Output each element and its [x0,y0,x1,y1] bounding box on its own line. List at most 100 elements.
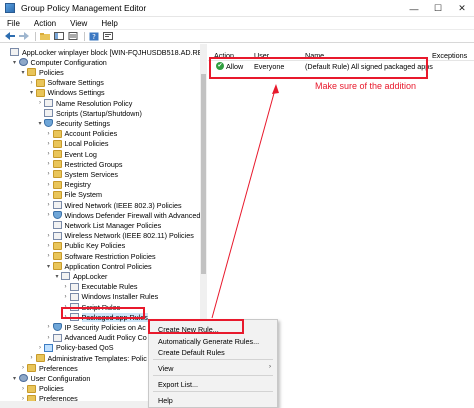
chart-icon [44,343,53,352]
tree-item[interactable]: › Public Key Policies [45,241,126,251]
expander-icon[interactable]: › [45,182,53,188]
tree-item[interactable]: › Software Settings [28,78,104,88]
menu-item-export-list[interactable]: Export List... [158,380,198,389]
column-header-exceptions[interactable]: Exceptions [432,51,467,60]
properties-icon[interactable] [102,31,113,41]
tree-item[interactable]: ▾ AppLocker [53,271,107,281]
expander-icon[interactable]: › [45,233,53,239]
menu-item-view[interactable]: View [158,364,173,373]
tree-item[interactable]: ▾ User Configuration [11,373,90,383]
gear-icon [18,58,28,67]
tree-item[interactable]: › Registry [45,180,91,190]
tree-item[interactable]: › Policies [19,384,64,394]
tree-item-label: Restricted Groups [64,159,123,169]
menu-separator [153,391,273,392]
menu-action[interactable]: Action [27,19,63,28]
tree-item[interactable]: › Name Resolution Policy [36,98,132,108]
expander-icon[interactable]: › [45,324,53,330]
highlight-packaged-app-rules [61,307,145,319]
tree-item[interactable]: AppLocker winplayer block [WIN-FQJHUSDB5… [2,47,206,57]
scroll-thumb[interactable] [201,74,206,274]
tree-item[interactable]: › File System [45,190,103,200]
expander-icon[interactable]: ▾ [53,273,61,280]
expander-icon[interactable]: › [28,80,36,86]
expander-icon[interactable]: › [45,131,53,137]
expander-icon[interactable]: › [62,294,70,300]
tree-item[interactable]: ▾ Policies [19,67,63,77]
expander-icon[interactable]: › [45,192,53,198]
expander-icon[interactable]: ▾ [11,375,19,382]
forward-icon[interactable] [18,31,29,41]
tree-item[interactable]: › Software Restriction Policies [45,251,156,261]
tree-item[interactable]: › Account Policies [45,129,118,139]
expander-icon[interactable]: › [45,253,53,259]
tree-item[interactable]: › Advanced Audit Policy Co [45,333,147,343]
expander-icon[interactable]: › [45,243,53,249]
expander-icon[interactable]: ▾ [45,263,53,270]
tree-item[interactable]: Network List Manager Policies [45,220,162,230]
maximize-button[interactable]: ☐ [426,0,450,17]
tree-item[interactable]: › Wireless Network (IEEE 802.11) Policies [45,231,194,241]
tree-item[interactable]: ▾ Computer Configuration [11,57,107,67]
tree-item-label: AppLocker [73,271,108,281]
expander-icon[interactable]: ▾ [11,59,19,66]
menu-item-create-default-rules[interactable]: Create Default Rules [158,348,225,357]
expander-icon[interactable]: › [62,284,70,290]
tree-item-label: Security Settings [56,118,110,128]
expander-icon[interactable]: › [45,141,53,147]
expander-icon[interactable]: › [36,100,44,106]
expander-icon[interactable]: › [45,335,53,341]
tree-item[interactable]: › Preferences [19,363,78,373]
expander-icon[interactable]: › [45,151,53,157]
close-button[interactable]: ✕ [450,0,474,17]
tree-item[interactable]: ▾ Application Control Policies [45,261,152,271]
expander-icon[interactable]: › [28,355,36,361]
expander-icon[interactable]: › [36,345,44,351]
tree-item[interactable]: › System Services [45,169,119,179]
tree-item[interactable]: › Wired Network (IEEE 802.3) Policies [45,200,182,210]
tree-item[interactable]: ▾ Windows Settings [28,88,105,98]
expander-icon[interactable]: › [45,171,53,177]
tree-item-label: Windows Defender Firewall with Advanced … [64,210,207,220]
tree-item-label: Account Policies [64,129,118,139]
tree-item[interactable]: ▾ Security Settings [36,118,110,128]
tree-item[interactable]: › Administrative Templates: Polic [28,353,147,363]
show-tree-icon[interactable] [53,31,64,41]
up-folder-icon[interactable] [39,31,50,41]
tree-item-label: Advanced Audit Policy Co [64,333,147,343]
doc-icon [52,201,62,209]
expander-icon[interactable]: ▾ [28,89,36,96]
tree-item[interactable]: › Windows Installer Rules [62,292,159,302]
gear-icon [18,374,28,383]
folder-icon [27,384,36,393]
menu-help[interactable]: Help [94,19,124,28]
menu-item-help[interactable]: Help [158,396,173,405]
tree-item[interactable]: › IP Security Policies on Ac [45,322,146,332]
tree-item[interactable]: › Restricted Groups [45,159,123,169]
menu-item-automatically-generate-rules[interactable]: Automatically Generate Rules... [158,337,259,346]
minimize-button[interactable]: — [402,0,426,17]
tree-item[interactable]: › Event Log [45,149,97,159]
tree-item[interactable]: Scripts (Startup/Shutdown) [36,108,142,118]
expander-icon[interactable]: ▾ [19,69,27,76]
tree-item[interactable]: › Local Policies [45,139,109,149]
folder-icon [27,364,36,373]
expander-icon[interactable]: › [19,386,27,392]
doc-icon [52,221,62,230]
expander-icon[interactable]: › [45,212,53,218]
export-list-icon[interactable] [67,31,78,41]
tree-item-label: Network List Manager Policies [64,220,162,230]
menu-view[interactable]: View [63,19,94,28]
tree-item-label: IP Security Policies on Ac [64,322,146,332]
expander-icon[interactable]: › [45,202,53,208]
help-icon[interactable]: ? [88,31,99,41]
tree-item[interactable]: › Executable Rules [62,282,138,292]
expander-icon[interactable]: ▾ [36,120,44,127]
menu-file[interactable]: File [0,19,27,28]
expander-icon[interactable]: › [45,161,53,167]
tree-item[interactable]: › Policy-based QoS [36,343,114,353]
back-icon[interactable] [4,31,15,41]
expander-icon[interactable]: › [19,365,27,371]
tree-item[interactable]: › Windows Defender Firewall with Advanced… [45,210,207,220]
tree-item-label: Windows Settings [47,88,105,98]
